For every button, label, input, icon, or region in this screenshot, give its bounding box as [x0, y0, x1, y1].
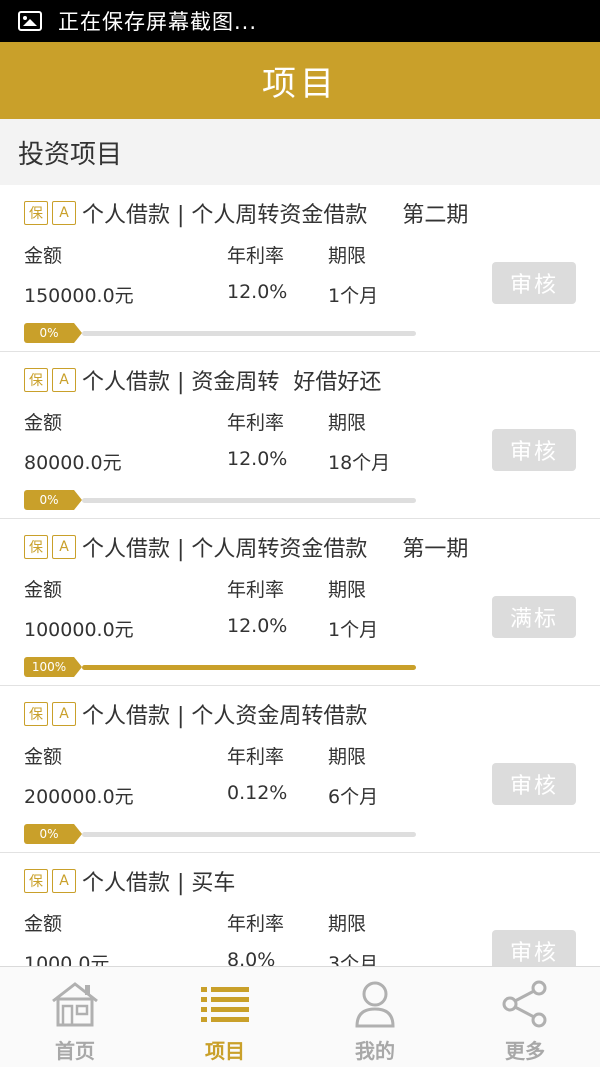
- grade-tag: A: [52, 535, 76, 559]
- grade-tag: A: [52, 201, 76, 225]
- rate-value: 12.0%: [227, 615, 288, 637]
- tab-mine[interactable]: 我的: [300, 967, 450, 1067]
- rate-value: 12.0%: [227, 281, 288, 303]
- tab-label: 更多: [505, 1039, 545, 1063]
- section-title: 投资项目: [18, 139, 123, 170]
- user-icon: [355, 981, 395, 1028]
- grade-tag: A: [52, 869, 76, 893]
- grade-tag: A: [52, 368, 76, 392]
- project-action-button[interactable]: 审核: [492, 930, 576, 966]
- project-list[interactable]: 保 A 个人借款 | 个人周转资金借款 第二期 金额 年利率 期限 150000…: [0, 185, 600, 966]
- project-title-row: 保 A 个人借款 | 资金周转 好借好还: [24, 364, 381, 396]
- project-title-row: 保 A 个人借款 | 个人资金周转借款: [24, 698, 367, 730]
- project-action-button[interactable]: 满标: [492, 596, 576, 638]
- progress-badge: 0%: [24, 323, 82, 343]
- term-value: 6个月: [328, 786, 379, 808]
- project-card[interactable]: 保 A 个人借款 | 个人周转资金借款 第二期 金额 年利率 期限 150000…: [0, 185, 600, 352]
- term-label: 期限: [328, 913, 367, 935]
- progress-fill: [82, 665, 416, 670]
- progress-badge: 0%: [24, 824, 82, 844]
- term-label: 期限: [328, 579, 367, 601]
- amount-value: 150000.0元: [24, 285, 134, 307]
- project-title: 个人借款 | 个人周转资金借款 第一期: [82, 537, 469, 562]
- progress-bar: 0%: [24, 490, 416, 510]
- tab-label: 首页: [55, 1039, 95, 1063]
- project-card[interactable]: 保 A 个人借款 | 个人周转资金借款 第一期 金额 年利率 期限 100000…: [0, 519, 600, 686]
- progress-track: [82, 832, 416, 837]
- project-card[interactable]: 保 A 个人借款 | 个人资金周转借款 金额 年利率 期限 200000.0元 …: [0, 686, 600, 853]
- tab-label: 我的: [355, 1039, 395, 1063]
- progress-badge: 0%: [24, 490, 82, 510]
- rate-value: 8.0%: [227, 949, 276, 966]
- rate-label: 年利率: [227, 412, 285, 434]
- project-title-row: 保 A 个人借款 | 个人周转资金借款 第一期: [24, 531, 468, 563]
- grade-tag: A: [52, 702, 76, 726]
- amount-value: 200000.0元: [24, 786, 134, 808]
- status-bar: 正在保存屏幕截图...: [0, 0, 600, 42]
- tab-projects[interactable]: 项目: [150, 967, 300, 1067]
- section-header: 投资项目: [0, 119, 600, 185]
- rate-label: 年利率: [227, 746, 285, 768]
- progress-track: [82, 498, 416, 503]
- amount-value: 80000.0元: [24, 452, 122, 474]
- project-card[interactable]: 保 A 个人借款 | 资金周转 好借好还 金额 年利率 期限 80000.0元 …: [0, 352, 600, 519]
- project-action-button[interactable]: 审核: [492, 429, 576, 471]
- amount-label: 金额: [24, 746, 63, 768]
- guarantee-tag: 保: [24, 535, 48, 559]
- project-action-button[interactable]: 审核: [492, 262, 576, 304]
- project-title-row: 保 A 个人借款 | 买车: [24, 865, 235, 897]
- project-title: 个人借款 | 买车: [82, 871, 236, 896]
- project-title: 个人借款 | 资金周转 好借好还: [82, 370, 382, 395]
- status-text: 正在保存屏幕截图...: [58, 10, 258, 34]
- amount-label: 金额: [24, 579, 63, 601]
- project-title-row: 保 A 个人借款 | 个人周转资金借款 第二期: [24, 197, 468, 229]
- progress-badge: 100%: [24, 657, 82, 677]
- tab-home[interactable]: 首页: [0, 967, 150, 1067]
- progress-bar: 0%: [24, 323, 416, 343]
- share-icon: [502, 980, 547, 1028]
- guarantee-tag: 保: [24, 201, 48, 225]
- term-label: 期限: [328, 412, 367, 434]
- amount-label: 金额: [24, 245, 63, 267]
- rate-value: 12.0%: [227, 448, 288, 470]
- term-value: 1个月: [328, 619, 379, 641]
- rate-label: 年利率: [227, 579, 285, 601]
- project-title: 个人借款 | 个人资金周转借款: [82, 704, 368, 729]
- amount-value: 1000.0元: [24, 953, 110, 966]
- term-label: 期限: [328, 245, 367, 267]
- term-value: 1个月: [328, 285, 379, 307]
- tab-more[interactable]: 更多: [450, 967, 600, 1067]
- tab-label: 项目: [205, 1039, 245, 1063]
- guarantee-tag: 保: [24, 368, 48, 392]
- home-icon: [52, 982, 98, 1027]
- rate-value: 0.12%: [227, 782, 288, 804]
- bottom-tab-bar: 首页 项目 我的 更多: [0, 966, 600, 1067]
- project-action-button[interactable]: 审核: [492, 763, 576, 805]
- progress-bar: 0%: [24, 824, 416, 844]
- project-title: 个人借款 | 个人周转资金借款 第二期: [82, 203, 469, 228]
- guarantee-tag: 保: [24, 869, 48, 893]
- project-card[interactable]: 保 A 个人借款 | 买车 金额 年利率 期限 1000.0元 8.0% 3个月…: [0, 853, 600, 966]
- page-title: 项目: [262, 64, 338, 104]
- guarantee-tag: 保: [24, 702, 48, 726]
- progress-bar: 100%: [24, 657, 416, 677]
- term-label: 期限: [328, 746, 367, 768]
- progress-track: [82, 331, 416, 336]
- title-bar: 项目: [0, 42, 600, 119]
- list-icon: [201, 987, 249, 1022]
- term-value: 3个月: [328, 953, 379, 966]
- amount-value: 100000.0元: [24, 619, 134, 641]
- progress-track: [82, 665, 416, 670]
- screenshot-icon: [18, 11, 42, 31]
- rate-label: 年利率: [227, 913, 285, 935]
- rate-label: 年利率: [227, 245, 285, 267]
- amount-label: 金额: [24, 412, 63, 434]
- amount-label: 金额: [24, 913, 63, 935]
- term-value: 18个月: [328, 452, 391, 474]
